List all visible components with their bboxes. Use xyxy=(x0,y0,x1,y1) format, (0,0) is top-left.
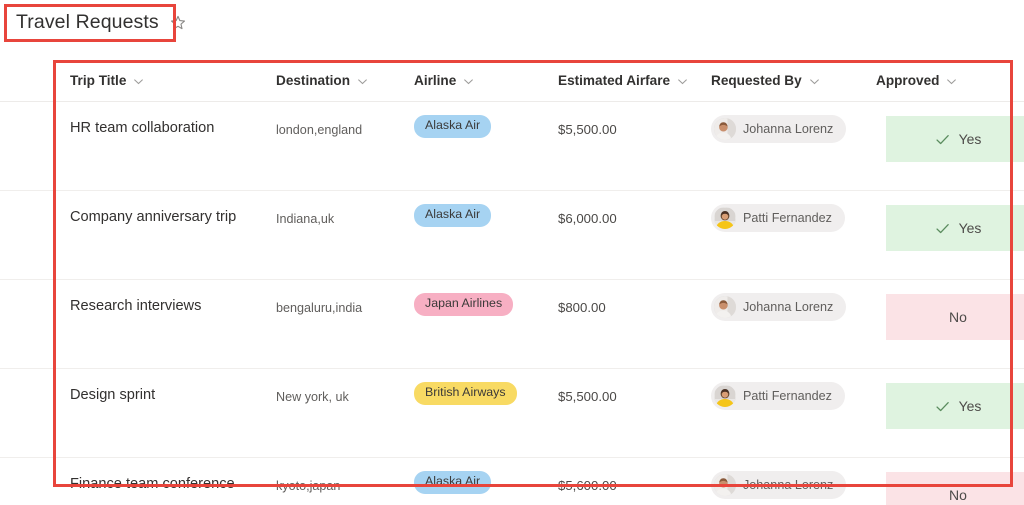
column-header-airline[interactable]: Airline xyxy=(414,73,558,88)
grid-body: HR team collaboration london,england Alask… xyxy=(0,102,1024,505)
cell-requested-by: Patti Fernandez xyxy=(711,191,876,279)
app-root: Travel Requests Trip Title Destination A… xyxy=(0,0,1024,505)
cell-approved: Yes xyxy=(876,191,1024,279)
page-title: Travel Requests xyxy=(16,11,159,33)
airline-tag: Alaska Air xyxy=(414,471,492,494)
cell-trip-title[interactable]: HR team collaboration xyxy=(70,102,276,190)
avatar xyxy=(714,118,736,140)
cell-trip-title[interactable]: Finance team conference xyxy=(70,458,276,505)
chevron-down-icon[interactable] xyxy=(463,75,474,86)
column-header-label: Requested By xyxy=(711,73,802,88)
person-pill[interactable]: Johanna Lorenz xyxy=(711,115,847,143)
person-name: Johanna Lorenz xyxy=(743,122,834,136)
status-badge: Yes xyxy=(886,116,1024,162)
column-header-trip-title[interactable]: Trip Title xyxy=(70,73,276,88)
cell-destination: New york, uk xyxy=(276,390,349,404)
star-outline-icon[interactable] xyxy=(169,14,187,32)
chevron-down-icon[interactable] xyxy=(357,75,368,86)
cell-requested-by: Johanna Lorenz xyxy=(711,102,876,190)
status-badge-label: Yes xyxy=(958,398,982,414)
cell-destination: Indiana,uk xyxy=(276,212,335,226)
cell-destination: london,england xyxy=(276,123,363,137)
column-header-approved[interactable]: Approved xyxy=(876,73,1010,88)
cell-approved: No xyxy=(876,458,1024,505)
cell-estimated-airfare: $5,500.00 xyxy=(558,389,617,404)
avatar xyxy=(714,207,736,229)
cell-estimated-airfare: $5,600.00 xyxy=(558,478,617,493)
grid-header-row: Trip Title Destination Airline Estimated… xyxy=(0,60,1024,102)
cell-trip-title[interactable]: Design sprint xyxy=(70,369,276,457)
person-pill[interactable]: Patti Fernandez xyxy=(711,204,845,232)
person-name: Patti Fernandez xyxy=(743,389,832,403)
person-name: Patti Fernandez xyxy=(743,211,832,225)
airline-tag: Japan Airlines xyxy=(414,293,514,316)
cell-requested-by: Johanna Lorenz xyxy=(711,458,876,505)
column-header-label: Approved xyxy=(876,73,940,88)
chevron-down-icon[interactable] xyxy=(809,75,820,86)
column-header-label: Trip Title xyxy=(70,73,127,88)
status-badge-label: Yes xyxy=(958,131,982,147)
cell-destination: kyoto,japan xyxy=(276,479,341,493)
airline-tag: Alaska Air xyxy=(414,204,492,227)
person-name: Johanna Lorenz xyxy=(743,478,834,492)
status-badge-label: No xyxy=(949,487,967,503)
cell-airline: British Airways xyxy=(414,369,558,457)
check-icon xyxy=(935,221,950,236)
column-header-label: Estimated Airfare xyxy=(558,73,671,88)
cell-estimated-airfare: $800.00 xyxy=(558,300,606,315)
person-name: Johanna Lorenz xyxy=(743,300,834,314)
avatar xyxy=(714,474,736,496)
column-header-estimated-airfare[interactable]: Estimated Airfare xyxy=(558,73,711,88)
status-badge-label: Yes xyxy=(958,220,982,236)
table-row[interactable]: Finance team conference kyoto,japan Alaska… xyxy=(0,458,1024,505)
cell-estimated-airfare: $6,000.00 xyxy=(558,211,617,226)
cell-airline: Alaska Air xyxy=(414,102,558,190)
cell-requested-by: Johanna Lorenz xyxy=(711,280,876,368)
cell-approved: No xyxy=(876,280,1024,368)
column-header-label: Airline xyxy=(414,73,457,88)
cell-approved: Yes xyxy=(876,369,1024,457)
cell-airline: Alaska Air xyxy=(414,458,558,505)
chevron-down-icon[interactable] xyxy=(946,75,957,86)
airline-tag: Alaska Air xyxy=(414,115,492,138)
status-badge: Yes xyxy=(886,383,1024,429)
cell-trip-title[interactable]: Company anniversary trip xyxy=(70,191,276,279)
table-row[interactable]: Research interviews bengaluru,india Japan … xyxy=(0,280,1024,369)
status-badge: No xyxy=(886,294,1024,340)
cell-trip-title[interactable]: Research interviews xyxy=(70,280,276,368)
chevron-down-icon[interactable] xyxy=(133,75,144,86)
table-row[interactable]: Design sprint New york, uk British Airways… xyxy=(0,369,1024,458)
table-row[interactable]: Company anniversary trip Indiana,uk Alaska… xyxy=(0,191,1024,280)
person-pill[interactable]: Patti Fernandez xyxy=(711,382,845,410)
column-header-requested-by[interactable]: Requested By xyxy=(711,73,876,88)
person-pill[interactable]: Johanna Lorenz xyxy=(711,293,847,321)
column-header-destination[interactable]: Destination xyxy=(276,73,414,88)
cell-requested-by: Patti Fernandez xyxy=(711,369,876,457)
column-header-label: Destination xyxy=(276,73,351,88)
person-pill[interactable]: Johanna Lorenz xyxy=(711,471,847,499)
travel-requests-grid: Trip Title Destination Airline Estimated… xyxy=(0,60,1024,505)
page-title-area: Travel Requests xyxy=(8,8,195,39)
check-icon xyxy=(935,399,950,414)
airline-tag: British Airways xyxy=(414,382,517,405)
status-badge: No xyxy=(886,472,1024,505)
cell-airline: Japan Airlines xyxy=(414,280,558,368)
table-row[interactable]: HR team collaboration london,england Alask… xyxy=(0,102,1024,191)
chevron-down-icon[interactable] xyxy=(677,75,688,86)
check-icon xyxy=(935,132,950,147)
avatar xyxy=(714,385,736,407)
cell-destination: bengaluru,india xyxy=(276,301,363,315)
status-badge: Yes xyxy=(886,205,1024,251)
cell-approved: Yes xyxy=(876,102,1024,190)
cell-estimated-airfare: $5,500.00 xyxy=(558,122,617,137)
avatar xyxy=(714,296,736,318)
cell-airline: Alaska Air xyxy=(414,191,558,279)
status-badge-label: No xyxy=(949,309,967,325)
